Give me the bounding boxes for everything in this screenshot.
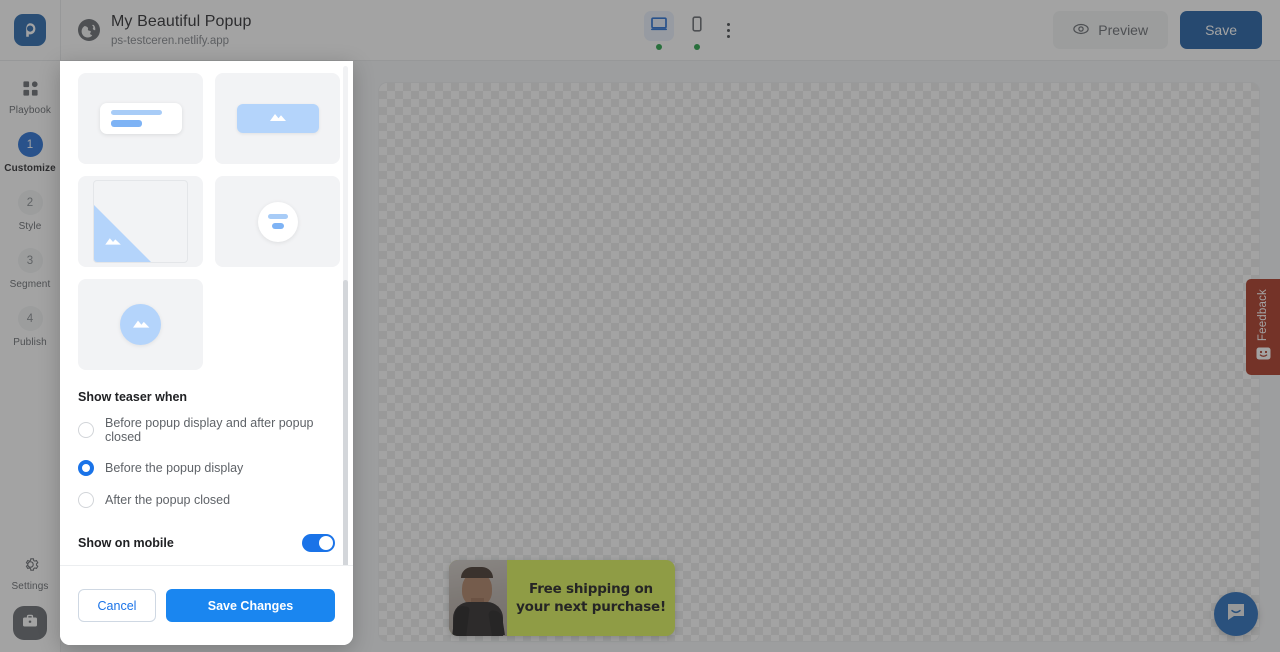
- radio-button-selected[interactable]: [78, 460, 94, 476]
- radio-option-label: Before popup display and after popup clo…: [105, 416, 314, 444]
- teaser-settings-panel: Show teaser when Before popup display an…: [60, 61, 353, 645]
- radio-button[interactable]: [78, 422, 94, 438]
- show-on-mobile-toggle[interactable]: [302, 534, 335, 552]
- template-thumb-3[interactable]: [78, 73, 203, 164]
- modal-overlay-top[interactable]: [0, 0, 1280, 61]
- show-on-mobile-label: Show on mobile: [78, 536, 174, 550]
- thumb-circle-white-graphic: [257, 201, 298, 242]
- radio-option-label: Before the popup display: [105, 461, 244, 475]
- radio-option-label: After the popup closed: [105, 493, 231, 507]
- panel-scrollbar-thumb[interactable]: [343, 280, 348, 585]
- template-thumbnail-grid: [60, 61, 353, 370]
- thumb-card-graphic: [99, 103, 182, 134]
- toggle-knob: [319, 536, 333, 550]
- image-placeholder-icon: [104, 233, 123, 251]
- thumb-banner-graphic: [236, 104, 319, 133]
- thumb-frame-graphic: [93, 180, 188, 263]
- app-root: Free shipping on your next purchase! Fee…: [0, 0, 1280, 652]
- image-placeholder-icon: [131, 316, 151, 334]
- panel-scroll-content: Show teaser when Before popup display an…: [60, 61, 353, 565]
- panel-footer: Cancel Save Changes: [60, 565, 353, 645]
- radio-button[interactable]: [78, 492, 94, 508]
- template-thumb-5[interactable]: [78, 176, 203, 267]
- save-changes-button[interactable]: Save Changes: [166, 589, 335, 622]
- radio-option-before-and-after[interactable]: Before popup display and after popup clo…: [60, 404, 353, 452]
- radio-option-before-display[interactable]: Before the popup display: [60, 452, 353, 484]
- image-placeholder-icon: [268, 110, 288, 128]
- cancel-button[interactable]: Cancel: [78, 589, 156, 622]
- teaser-section-title: Show teaser when: [78, 390, 188, 404]
- template-thumb-7[interactable]: [78, 279, 203, 370]
- show-on-mobile-row: Show on mobile: [60, 516, 353, 552]
- template-thumb-4[interactable]: [215, 73, 340, 164]
- thumb-circle-blue-graphic: [120, 304, 161, 345]
- template-thumb-6[interactable]: [215, 176, 340, 267]
- modal-overlay-left[interactable]: [0, 61, 61, 652]
- radio-option-after-closed[interactable]: After the popup closed: [60, 484, 353, 516]
